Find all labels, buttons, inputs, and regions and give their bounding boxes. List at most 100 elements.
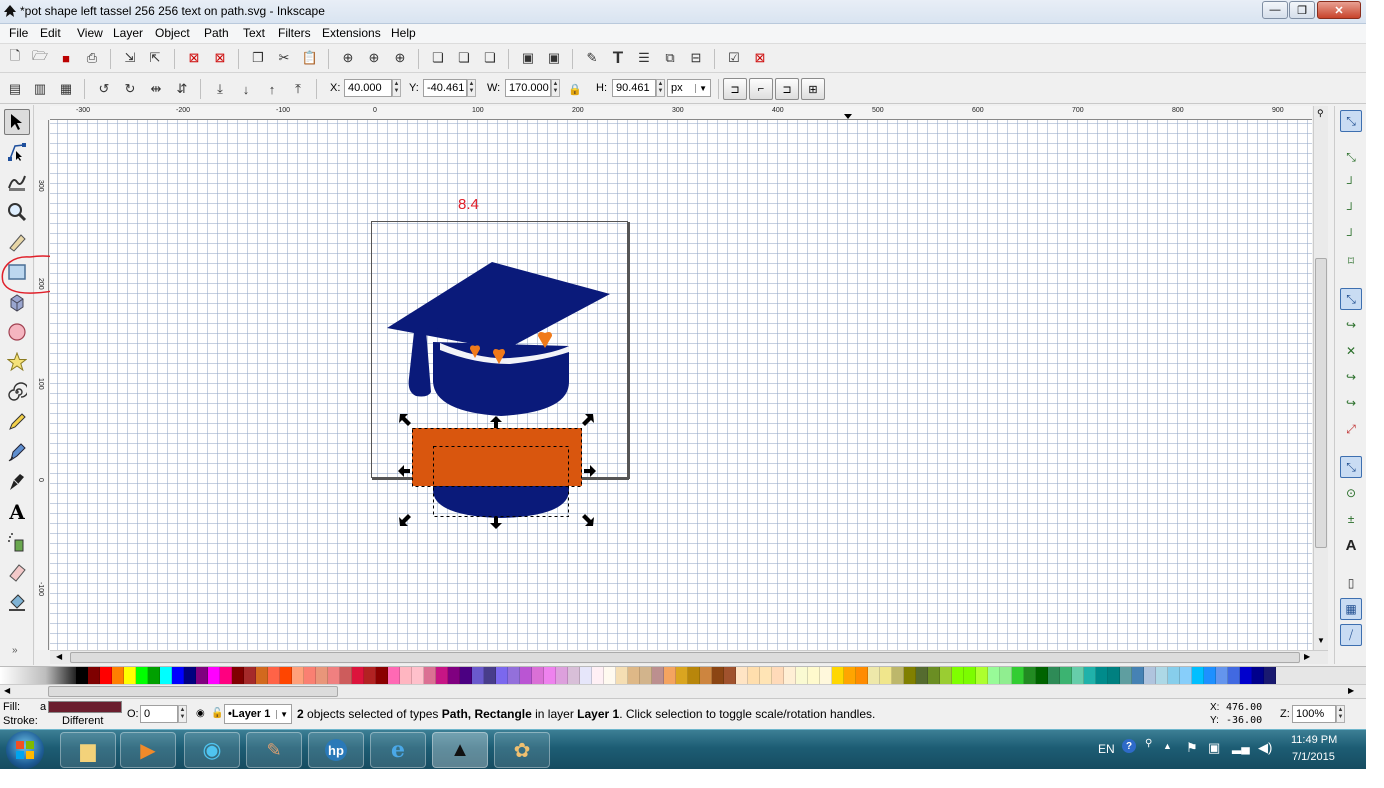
calligraphy-tool-icon[interactable] — [4, 469, 30, 495]
clock-date[interactable]: 7/1/2015 — [1292, 751, 1335, 763]
palette-swatch[interactable] — [220, 667, 232, 684]
scroll-lock-icon[interactable]: ⚲ — [1317, 108, 1324, 119]
menu-text[interactable]: Text — [240, 26, 268, 40]
snap-paths-icon[interactable]: ↪ — [1340, 314, 1362, 336]
maximize-button[interactable]: ❐ — [1289, 1, 1315, 19]
spray-tool-icon[interactable] — [4, 529, 30, 555]
select-all-layers-icon[interactable]: ▥ — [31, 80, 49, 98]
palette-swatch[interactable] — [1144, 667, 1156, 684]
palette-swatch[interactable] — [460, 667, 472, 684]
volume-icon[interactable]: ◀) — [1258, 740, 1272, 756]
palette-swatch[interactable] — [76, 667, 88, 684]
zoom-input[interactable]: 100% — [1292, 705, 1336, 723]
palette-swatch[interactable] — [1024, 667, 1036, 684]
snap-bbox-icon[interactable]: ⤡ — [1340, 146, 1362, 168]
rotate-cw-icon[interactable]: ↻ — [121, 80, 139, 98]
orange-rectangle[interactable] — [412, 428, 582, 486]
h-stepper[interactable]: ▲ ▼ — [656, 79, 665, 97]
zoom-selection-icon[interactable]: ⊕ — [339, 49, 357, 67]
palette-swatch[interactable] — [736, 667, 748, 684]
snap-text-baseline-icon[interactable]: A — [1340, 534, 1362, 556]
layer-select[interactable]: •Layer 1 ▼ — [224, 704, 292, 724]
snap-centers-icon[interactable]: ⊙ — [1340, 482, 1362, 504]
palette-swatch[interactable] — [1180, 667, 1192, 684]
palette-swatch[interactable] — [628, 667, 640, 684]
palette-swatch[interactable] — [508, 667, 520, 684]
palette-swatch[interactable] — [1120, 667, 1132, 684]
scroll-left-arrow[interactable]: ◀ — [56, 652, 62, 661]
language-indicator[interactable]: EN — [1098, 742, 1115, 756]
palette-scroll-thumb[interactable] — [48, 686, 338, 697]
paint-bucket-tool-icon[interactable] — [4, 589, 30, 615]
palette-swatch[interactable] — [208, 667, 220, 684]
snap-midpoints-icon[interactable]: ⤢ — [1340, 418, 1362, 440]
move-patterns-toggle[interactable]: ⊞ — [801, 78, 825, 100]
palette-swatch[interactable] — [760, 667, 772, 684]
device-icon[interactable]: ▣ — [1208, 740, 1220, 756]
resize-handle-se[interactable] — [582, 514, 594, 526]
w-stepper[interactable]: ▲ ▼ — [551, 79, 560, 97]
raise-icon[interactable]: ↑ — [263, 80, 281, 98]
palette-swatch[interactable] — [712, 667, 724, 684]
menu-layer[interactable]: Layer — [110, 26, 146, 40]
scroll-right-arrow[interactable]: ▶ — [1304, 652, 1310, 661]
lower-icon[interactable]: ↓ — [237, 80, 255, 98]
palette-swatch[interactable] — [1084, 667, 1096, 684]
resize-handle-w[interactable] — [398, 465, 410, 477]
palette-swatch[interactable] — [988, 667, 1000, 684]
opacity-stepper[interactable]: ▲ ▼ — [178, 705, 187, 723]
palette-swatch[interactable] — [172, 667, 184, 684]
rotate-ccw-icon[interactable]: ↺ — [95, 80, 113, 98]
zoom-stepper[interactable]: ▲ ▼ — [1336, 705, 1345, 723]
zoom-tool-icon[interactable] — [4, 199, 30, 225]
ungroup-icon[interactable]: ▣ — [545, 49, 563, 67]
stroke-value[interactable]: Different — [62, 715, 103, 727]
copy-icon[interactable]: ❐ — [249, 49, 267, 67]
flip-vertical-icon[interactable]: ⇵ — [173, 80, 191, 98]
taskbar-explorer[interactable]: ▆ — [60, 732, 116, 768]
palette-swatch[interactable] — [1204, 667, 1216, 684]
zoom-page-icon[interactable]: ⊕ — [391, 49, 409, 67]
vertical-scroll-thumb[interactable] — [1315, 258, 1327, 548]
menu-filters[interactable]: Filters — [275, 26, 314, 40]
menu-file[interactable]: File — [6, 26, 31, 40]
tweak-tool-icon[interactable] — [4, 169, 30, 195]
preferences-icon[interactable]: ⊠ — [751, 49, 769, 67]
palette-swatch[interactable] — [328, 667, 340, 684]
palette-swatch[interactable] — [376, 667, 388, 684]
taskbar-hp[interactable]: hp — [308, 732, 364, 768]
taskbar-paint[interactable]: ✿ — [494, 732, 550, 768]
palette-swatch[interactable] — [1192, 667, 1204, 684]
y-stepper[interactable]: ▲ ▼ — [467, 79, 476, 97]
menu-extensions[interactable]: Extensions — [319, 26, 384, 40]
tassel[interactable] — [408, 330, 431, 397]
node-tool-icon[interactable] — [4, 139, 30, 165]
flip-horizontal-icon[interactable]: ⇹ — [147, 80, 165, 98]
palette-swatch[interactable] — [532, 667, 544, 684]
palette-swatch[interactable] — [352, 667, 364, 684]
unlink-clone-icon[interactable]: ❏ — [481, 49, 499, 67]
cut-icon[interactable]: ✂ — [275, 49, 293, 67]
select-all-icon[interactable]: ▤ — [6, 80, 24, 98]
palette-swatch[interactable] — [1072, 667, 1084, 684]
palette-swatch[interactable] — [868, 667, 880, 684]
palette-swatch[interactable] — [196, 667, 208, 684]
palette-swatch[interactable] — [928, 667, 940, 684]
help-icon[interactable]: ? — [1122, 739, 1136, 753]
palette-swatch[interactable] — [664, 667, 676, 684]
pencil-tool-icon[interactable] — [4, 409, 30, 435]
horizontal-scrollbar[interactable]: ◀ ▶ — [50, 650, 1328, 664]
palette-swatch[interactable] — [412, 667, 424, 684]
palette-swatch[interactable] — [1132, 667, 1144, 684]
palette-swatch[interactable] — [1060, 667, 1072, 684]
palette-swatch[interactable] — [424, 667, 436, 684]
scale-stroke-toggle[interactable]: ⊐ — [723, 78, 747, 100]
palette-swatch[interactable] — [316, 667, 328, 684]
import-icon[interactable]: ⇲ — [121, 49, 139, 67]
snap-cusp-nodes-icon[interactable]: ↪ — [1340, 366, 1362, 388]
palette-swatch[interactable] — [1228, 667, 1240, 684]
palette-swatch[interactable] — [904, 667, 916, 684]
y-input[interactable]: -40.461 — [423, 79, 467, 97]
show-hidden-icons-icon[interactable]: ▲ — [1163, 741, 1172, 751]
palette-swatch[interactable] — [676, 667, 688, 684]
